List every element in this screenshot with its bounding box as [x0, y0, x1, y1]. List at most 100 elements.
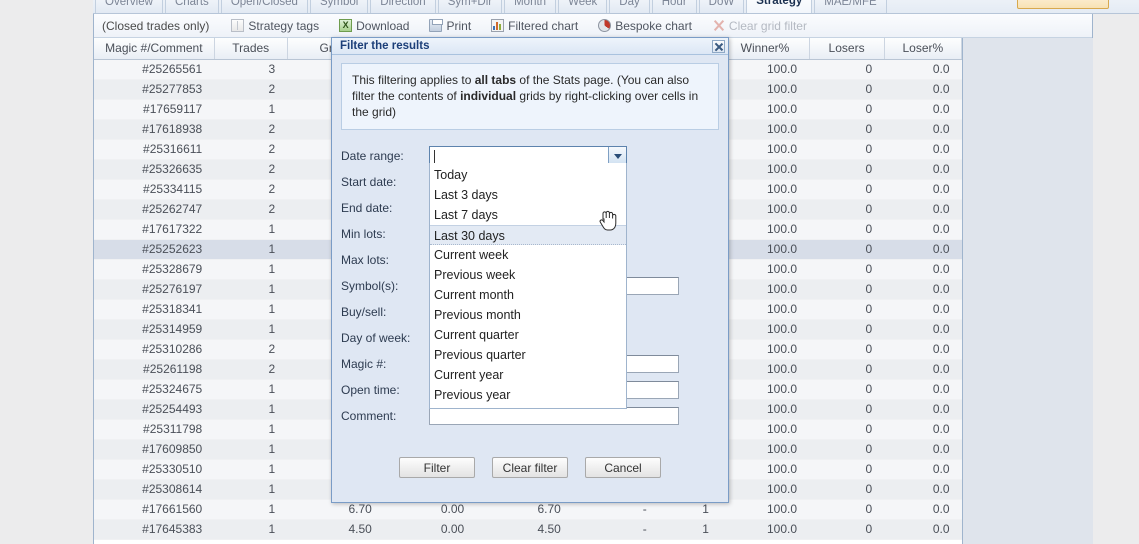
- winner-pct-cell: 100.0: [720, 239, 809, 260]
- loser-pct-cell: 0.0: [884, 179, 962, 200]
- date-range-option[interactable]: Previous year: [430, 385, 626, 405]
- losers-cell: 0: [809, 379, 885, 400]
- tab-overview[interactable]: Overview: [95, 0, 163, 13]
- magic-cell: #25324675: [94, 379, 215, 400]
- trades-cell: 1: [214, 379, 288, 400]
- tab-sym-dir[interactable]: Sym+Dir: [437, 0, 503, 13]
- date-range-option[interactable]: Previous week: [430, 265, 626, 285]
- col-loser-pct[interactable]: Loser%: [884, 38, 963, 60]
- loser-pct-cell: 0.0: [884, 359, 962, 380]
- winner-pct-cell: 100.0: [720, 439, 809, 460]
- trades-cell: 2: [214, 119, 288, 140]
- trades-cell: 1: [214, 219, 288, 240]
- date-range-option[interactable]: Last 7 days: [430, 205, 626, 225]
- winner-pct-cell: 100.0: [720, 519, 809, 540]
- tab-charts[interactable]: Charts: [164, 0, 219, 13]
- date-range-option[interactable]: Last 3 days: [430, 185, 626, 205]
- dialog-title: Filter the results: [340, 40, 430, 52]
- loser-pct-cell: 0.0: [884, 279, 962, 300]
- winner-pct-cell: 100.0: [720, 199, 809, 220]
- trades-cell: 1: [214, 419, 288, 440]
- magic-cell: #25316611: [94, 139, 215, 160]
- loser-pct-cell: 0.0: [884, 239, 962, 260]
- filtered-chart-button[interactable]: Filtered chart: [491, 19, 578, 33]
- trades-cell: 2: [214, 79, 288, 100]
- magic-cell: #25308614: [94, 479, 215, 500]
- tab-open-closed[interactable]: Open/Closed: [220, 0, 308, 13]
- magic-cell: #25262747: [94, 199, 215, 220]
- col-magic-comment[interactable]: Magic #/Comment: [94, 38, 215, 60]
- label-max-lots: Max lots:: [341, 253, 390, 267]
- date-range-dropdown-list[interactable]: Today Last 3 days Last 7 days Last 30 days C…: [429, 163, 627, 409]
- losers-cell: 0: [809, 519, 885, 540]
- tab-dow[interactable]: DoW: [698, 0, 745, 13]
- download-button[interactable]: Download: [339, 19, 409, 33]
- toolbar-highlight-box[interactable]: [1017, 0, 1109, 9]
- col-trades[interactable]: Trades: [214, 38, 288, 60]
- magic-cell: #17645383: [94, 519, 215, 540]
- loser-pct-cell: 0.0: [884, 259, 962, 280]
- clear-filter-button[interactable]: Clear filter: [492, 457, 568, 478]
- trades-cell: 1: [214, 479, 288, 500]
- loser-pct-cell: 0.0: [884, 379, 962, 400]
- print-button[interactable]: Print: [429, 19, 471, 33]
- tab-label: Day: [619, 0, 640, 8]
- trades-cell: 2: [214, 179, 288, 200]
- trades-cell: 1: [214, 99, 288, 120]
- losers-cell: 0: [809, 219, 885, 240]
- col-winner-pct[interactable]: Winner%: [720, 38, 810, 60]
- loser-pct-cell: 0.0: [884, 499, 962, 520]
- trades-cell: 1: [214, 519, 288, 540]
- date-range-option[interactable]: Current week: [430, 245, 626, 265]
- tab-direction[interactable]: Direction: [370, 0, 436, 13]
- bespoke-chart-button[interactable]: Bespoke chart: [598, 19, 692, 33]
- losers-cell: 0: [809, 479, 885, 500]
- grid-icon: [231, 19, 245, 32]
- tab-label: DoW: [708, 0, 735, 8]
- text-caret: [434, 150, 435, 163]
- date-range-option[interactable]: Current year: [430, 365, 626, 385]
- comment-input[interactable]: [429, 407, 679, 425]
- date-range-option[interactable]: Previous quarter: [430, 345, 626, 365]
- tab-label: Symbol: [319, 0, 359, 8]
- strategy-tags-button[interactable]: Strategy tags: [231, 19, 319, 33]
- filter-button[interactable]: Filter: [399, 457, 475, 478]
- bar-chart-icon: [491, 19, 505, 32]
- label-start-date: Start date:: [341, 175, 397, 189]
- tab-label: Strategy: [756, 0, 803, 7]
- dialog-titlebar[interactable]: Filter the results: [332, 38, 728, 55]
- date-range-option[interactable]: Previous month: [430, 305, 626, 325]
- tab-label: Direction: [380, 0, 426, 8]
- col-losers[interactable]: Losers: [809, 38, 885, 60]
- magic-cell: #25318341: [94, 299, 215, 320]
- loser-pct-cell: 0.0: [884, 159, 962, 180]
- tab-symbol[interactable]: Symbol: [309, 0, 369, 13]
- magic-cell: #25314959: [94, 319, 215, 340]
- magic-cell: #17659117: [94, 99, 215, 120]
- date-range-option[interactable]: Today: [430, 165, 626, 185]
- tab-month[interactable]: Month: [504, 0, 557, 13]
- trades-cell: 1: [214, 399, 288, 420]
- tab-label: Open/Closed: [230, 0, 298, 8]
- magic-cell: #25334115: [94, 179, 215, 200]
- losers-cell: 0: [809, 299, 885, 320]
- panel-empty-area: [962, 38, 1093, 544]
- loser-pct-cell: 0.0: [884, 519, 962, 540]
- losers-cell: 0: [809, 279, 885, 300]
- losers-cell: 0: [809, 59, 885, 80]
- trades-cell: 1: [214, 299, 288, 320]
- date-range-option[interactable]: Current quarter: [430, 325, 626, 345]
- note-part-1: This filtering applies to: [352, 73, 475, 87]
- tab-week[interactable]: Week: [558, 0, 608, 13]
- winner-pct-cell: 100.0: [720, 319, 809, 340]
- tab-day[interactable]: Day: [609, 0, 650, 13]
- date-range-option[interactable]: Current month: [430, 285, 626, 305]
- tab-strategy[interactable]: Strategy: [746, 0, 813, 13]
- tab-mae-mfe[interactable]: MAE/MFE: [814, 0, 887, 13]
- date-range-option[interactable]: Last 30 days: [430, 225, 626, 245]
- loser-pct-cell: 0.0: [884, 479, 962, 500]
- tab-hour[interactable]: Hour: [651, 0, 697, 13]
- close-icon[interactable]: [712, 39, 725, 53]
- cancel-button[interactable]: Cancel: [585, 457, 661, 478]
- table-row[interactable]: #17645383 1 4.50 0.00 4.50-1 100.0 0 0.0: [94, 519, 962, 540]
